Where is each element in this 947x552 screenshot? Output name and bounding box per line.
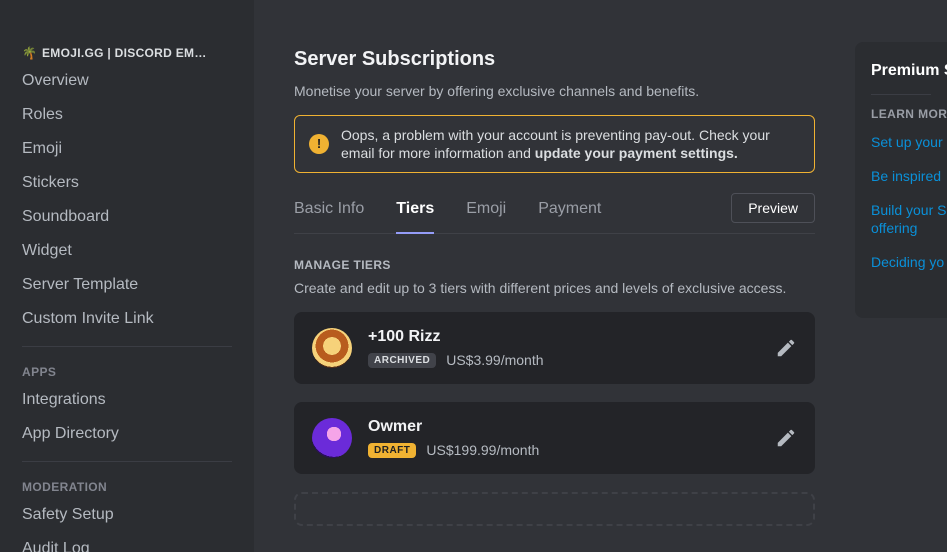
page-subtitle: Monetise your server by offering exclusi…	[294, 83, 815, 99]
payout-alert: ! Oops, a problem with your account is p…	[294, 115, 815, 173]
pencil-icon[interactable]	[775, 427, 797, 449]
sidebar-item-overview[interactable]: Overview	[12, 64, 242, 98]
manage-tiers-subtitle: Create and edit up to 3 tiers with diffe…	[294, 280, 815, 296]
sidebar-section-apps: APPS	[12, 351, 242, 383]
tier-price: US$3.99/month	[446, 352, 543, 368]
tier-card[interactable]: +100 Rizz ARCHIVED US$3.99/month	[294, 312, 815, 384]
sidebar-item-safety-setup[interactable]: Safety Setup	[12, 498, 242, 532]
sidebar-divider	[22, 346, 232, 347]
alert-text-link[interactable]: update your payment settings.	[535, 145, 738, 161]
sidebar-item-stickers[interactable]: Stickers	[12, 166, 242, 200]
panel-section-label: LEARN MORE	[871, 107, 931, 121]
panel-divider	[871, 94, 931, 95]
warning-icon: !	[309, 134, 329, 154]
sidebar-item-soundboard[interactable]: Soundboard	[12, 200, 242, 234]
tier-avatar	[312, 328, 352, 368]
settings-sidebar: 🌴 EMOJI.GG | DISCORD EM… Overview Roles …	[0, 0, 254, 552]
sidebar-item-widget[interactable]: Widget	[12, 234, 242, 268]
learn-more-card: Premium S LEARN MORE Set up your Be insp…	[855, 42, 947, 318]
panel-link[interactable]: Build your S	[871, 201, 931, 219]
panel-link[interactable]: Set up your	[871, 133, 931, 151]
tier-avatar	[312, 418, 352, 458]
tier-badge-draft: DRAFT	[368, 443, 416, 458]
main-content: Server Subscriptions Monetise your serve…	[254, 0, 855, 552]
manage-tiers-title: MANAGE TIERS	[294, 258, 815, 272]
page-title: Server Subscriptions	[294, 48, 815, 71]
sidebar-item-integrations[interactable]: Integrations	[12, 383, 242, 417]
panel-link[interactable]: offering	[871, 219, 931, 237]
add-tier-placeholder[interactable]	[294, 492, 815, 526]
tab-tiers[interactable]: Tiers	[396, 194, 434, 234]
sidebar-item-roles[interactable]: Roles	[12, 98, 242, 132]
server-icon: 🌴	[22, 46, 36, 60]
tab-basic-info[interactable]: Basic Info	[294, 194, 364, 233]
tier-name: +100 Rizz	[368, 328, 759, 346]
tier-card[interactable]: Owmer DRAFT US$199.99/month	[294, 402, 815, 474]
sidebar-section-moderation: MODERATION	[12, 466, 242, 498]
tier-badge-archived: ARCHIVED	[368, 353, 436, 368]
sidebar-item-emoji[interactable]: Emoji	[12, 132, 242, 166]
tier-name: Owmer	[368, 418, 759, 436]
tab-payment[interactable]: Payment	[538, 194, 601, 233]
tab-emoji[interactable]: Emoji	[466, 194, 506, 233]
sidebar-item-custom-invite-link[interactable]: Custom Invite Link	[12, 302, 242, 336]
alert-text: Oops, a problem with your account is pre…	[341, 126, 800, 162]
sidebar-item-app-directory[interactable]: App Directory	[12, 417, 242, 451]
preview-button[interactable]: Preview	[731, 193, 815, 223]
sidebar-item-audit-log[interactable]: Audit Log	[12, 532, 242, 552]
right-panel: Premium S LEARN MORE Set up your Be insp…	[855, 0, 947, 552]
pencil-icon[interactable]	[775, 337, 797, 359]
server-name: EMOJI.GG | DISCORD EM…	[42, 46, 207, 60]
tabs-row: Basic Info Tiers Emoji Payment Preview	[294, 193, 815, 234]
sidebar-item-server-template[interactable]: Server Template	[12, 268, 242, 302]
server-header: 🌴 EMOJI.GG | DISCORD EM…	[12, 40, 242, 64]
panel-link[interactable]: Be inspired	[871, 167, 931, 185]
tier-price: US$199.99/month	[426, 442, 539, 458]
tabs: Basic Info Tiers Emoji Payment	[294, 194, 601, 233]
panel-title: Premium S	[871, 62, 931, 80]
sidebar-divider	[22, 461, 232, 462]
panel-link[interactable]: Deciding yo	[871, 253, 931, 271]
